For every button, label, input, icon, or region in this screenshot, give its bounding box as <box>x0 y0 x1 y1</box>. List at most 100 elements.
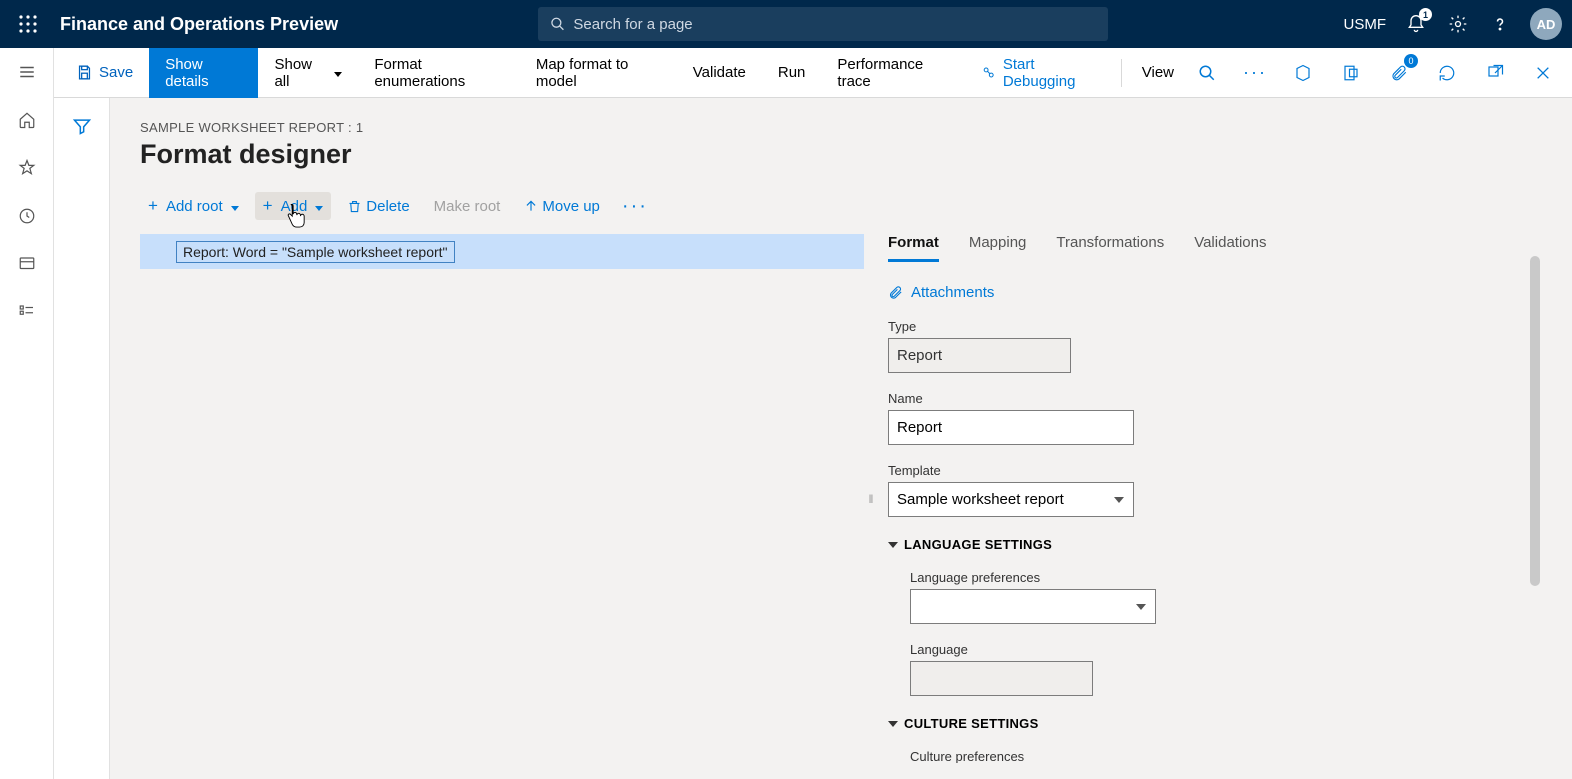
culture-pref-label: Culture preferences <box>910 749 1542 763</box>
delete-label: Delete <box>366 198 409 215</box>
more-tree-actions-icon[interactable]: ··· <box>616 195 654 218</box>
view-button[interactable]: View <box>1126 48 1190 98</box>
settings-icon[interactable] <box>1446 12 1470 36</box>
tab-mapping[interactable]: Mapping <box>969 234 1027 262</box>
filter-pane <box>54 98 110 779</box>
popout-icon[interactable] <box>1478 56 1512 90</box>
save-icon <box>76 64 93 81</box>
debug-icon <box>981 64 996 81</box>
vertical-scrollbar[interactable] <box>1530 256 1540 586</box>
more-actions-icon[interactable]: ··· <box>1238 56 1272 90</box>
filter-icon[interactable] <box>72 116 92 779</box>
action-bar: Save Show details Show all Format enumer… <box>0 48 1572 98</box>
paperclip-icon <box>888 285 903 300</box>
top-nav-bar: Finance and Operations Preview USMF 1 AD <box>0 0 1572 48</box>
section-language-settings[interactable]: LANGUAGE SETTINGS <box>888 537 1542 552</box>
field-culture-preferences: Culture preferences <box>910 749 1542 763</box>
performance-trace-button[interactable]: Performance trace <box>821 48 965 98</box>
collapse-icon <box>888 542 898 548</box>
type-label: Type <box>888 319 1542 334</box>
favorites-icon[interactable] <box>15 156 39 180</box>
trash-icon <box>347 199 362 214</box>
separator <box>1121 59 1122 87</box>
perf-trace-label: Performance trace <box>837 56 949 90</box>
move-up-button[interactable]: Move up <box>516 194 608 219</box>
show-all-label: Show all <box>274 56 324 90</box>
notifications-icon[interactable]: 1 <box>1404 12 1428 36</box>
show-all-button[interactable]: Show all <box>258 48 358 98</box>
search-action-icon[interactable] <box>1190 56 1224 90</box>
tab-format[interactable]: Format <box>888 234 939 262</box>
app-launcher-icon[interactable] <box>10 15 46 33</box>
hamburger-icon[interactable] <box>15 60 39 84</box>
tree-toolbar: Add root Add Delete Make root Move up ··… <box>140 192 1542 220</box>
tab-validations[interactable]: Validations <box>1194 234 1266 262</box>
tree-node-label: Report: Word = "Sample worksheet report" <box>176 241 455 263</box>
make-root-label: Make root <box>434 198 501 215</box>
attachments-action-icon[interactable]: 0 <box>1382 56 1416 90</box>
format-enumerations-button[interactable]: Format enumerations <box>358 48 520 98</box>
delete-button[interactable]: Delete <box>339 194 417 219</box>
chevron-down-icon <box>227 198 239 215</box>
modules-icon[interactable] <box>15 300 39 324</box>
field-name: Name <box>888 391 1542 445</box>
field-language-preferences: Language preferences <box>910 570 1542 624</box>
splitter-handle[interactable]: ‖ <box>864 234 878 763</box>
main-content: SAMPLE WORKSHEET REPORT : 1 Format desig… <box>110 98 1572 779</box>
open-in-excel-icon[interactable] <box>1334 56 1368 90</box>
app-title: Finance and Operations Preview <box>60 14 338 35</box>
attachments-label: Attachments <box>911 284 994 301</box>
help-icon[interactable] <box>1488 12 1512 36</box>
culture-settings-label: CULTURE SETTINGS <box>904 716 1039 731</box>
tab-transformations[interactable]: Transformations <box>1056 234 1164 262</box>
section-culture-settings[interactable]: CULTURE SETTINGS <box>888 716 1542 731</box>
type-input <box>888 338 1071 373</box>
start-debug-label: Start Debugging <box>1003 56 1101 90</box>
map-format-to-model-button[interactable]: Map format to model <box>520 48 677 98</box>
attachments-badge: 0 <box>1404 54 1418 68</box>
field-type: Type <box>888 319 1542 373</box>
run-label: Run <box>778 64 806 81</box>
name-label: Name <box>888 391 1542 406</box>
tree-node-selected[interactable]: Report: Word = "Sample worksheet report" <box>140 234 864 269</box>
attachments-link[interactable]: Attachments <box>888 284 1542 301</box>
company-code[interactable]: USMF <box>1344 16 1387 33</box>
name-input[interactable] <box>888 410 1134 445</box>
tree-panel: Report: Word = "Sample worksheet report" <box>140 234 864 763</box>
validate-button[interactable]: Validate <box>677 48 762 98</box>
format-enum-label: Format enumerations <box>374 56 504 90</box>
search-input[interactable] <box>573 16 1096 33</box>
recent-icon[interactable] <box>15 204 39 228</box>
run-button[interactable]: Run <box>762 48 822 98</box>
details-panel: Format Mapping Transformations Validatio… <box>878 234 1542 763</box>
language-input <box>910 661 1093 696</box>
global-search[interactable] <box>538 7 1108 41</box>
user-avatar[interactable]: AD <box>1530 8 1562 40</box>
view-label: View <box>1142 64 1174 81</box>
refresh-icon[interactable] <box>1430 56 1464 90</box>
breadcrumb: SAMPLE WORKSHEET REPORT : 1 <box>140 120 1542 135</box>
office-addin-icon[interactable] <box>1286 56 1320 90</box>
add-button[interactable]: Add <box>255 192 332 220</box>
notifications-badge: 1 <box>1419 8 1432 21</box>
move-up-label: Move up <box>542 198 600 215</box>
template-select[interactable] <box>888 482 1134 517</box>
show-details-label: Show details <box>165 56 242 90</box>
collapse-icon <box>888 721 898 727</box>
map-format-label: Map format to model <box>536 56 661 90</box>
details-tabs: Format Mapping Transformations Validatio… <box>888 234 1542 262</box>
language-settings-label: LANGUAGE SETTINGS <box>904 537 1052 552</box>
close-icon[interactable] <box>1526 56 1560 90</box>
language-pref-select[interactable] <box>910 589 1156 624</box>
workspaces-icon[interactable] <box>15 252 39 276</box>
left-rail <box>0 48 54 779</box>
show-details-button[interactable]: Show details <box>149 48 258 98</box>
add-root-button[interactable]: Add root <box>140 192 247 220</box>
home-icon[interactable] <box>15 108 39 132</box>
save-button[interactable]: Save <box>60 48 149 98</box>
save-label: Save <box>99 64 133 81</box>
search-icon <box>550 16 565 32</box>
page-title: Format designer <box>140 139 1542 170</box>
start-debugging-button[interactable]: Start Debugging <box>965 48 1116 98</box>
arrow-up-icon <box>524 199 538 213</box>
